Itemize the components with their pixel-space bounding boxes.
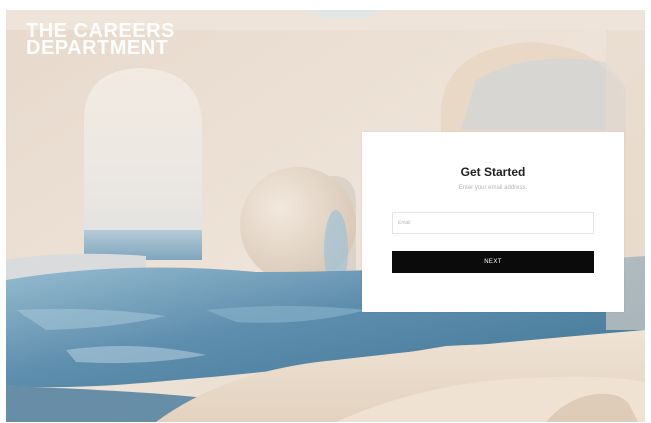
email-field[interactable]: [392, 212, 594, 234]
page-frame: THE CAREERS DEPARTMENT Get Started Enter…: [6, 10, 645, 422]
brand-logo: THE CAREERS DEPARTMENT: [26, 21, 175, 59]
brand-logo-line-2: DEPARTMENT: [26, 37, 169, 59]
signup-card: Get Started Enter your email address. NE…: [362, 132, 624, 312]
form-title: Get Started: [460, 165, 526, 179]
form-subtitle: Enter your email address.: [458, 185, 528, 191]
next-button[interactable]: NEXT: [392, 251, 594, 273]
